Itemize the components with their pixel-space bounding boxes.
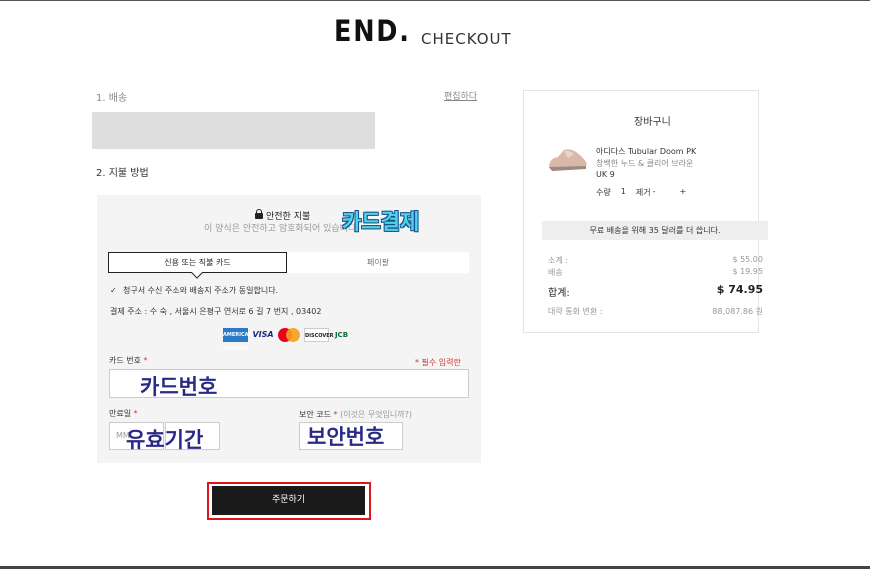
shipping-label: 배송 [548,268,563,277]
tab-paypal[interactable]: 페이팔 [287,252,469,273]
visa-icon: VISA [252,330,274,339]
total-label: 합계: [548,288,570,299]
decrease-quantity-button[interactable]: - [653,187,656,198]
annotation-security-code: 보안번호 [307,425,385,449]
billing-same-label: 청구서 수신 주소와 배송지 주소가 동일합니다. [123,286,279,295]
subtotal-value: $ 55.00 [732,255,763,264]
jcb-icon: JCB [334,331,349,339]
product-name[interactable]: 아디다스 Tubular Doom PK [596,146,696,157]
cvv-label: 보안 코드 * (이것은 무엇입니까?) [299,410,412,419]
remove-link[interactable]: 제거 [636,187,651,198]
lock-icon [255,209,263,219]
secure-payment-subtitle: 이 양식은 안전하고 암호화되어 있습니다. [204,224,360,234]
cvv-help-link[interactable]: (이것은 무엇입니까?) [340,410,412,419]
converted-value: 88,087.86 원 [712,307,763,316]
expiry-label: 만료일 * [109,409,138,418]
free-shipping-banner: 무료 배송을 위해 35 달러를 더 씁니다. [542,221,768,240]
total-value: $ 74.95 [716,283,763,296]
end-logo[interactable]: END. [334,14,411,48]
annotation-expiry: 유효기간 [126,428,204,452]
shipping-step-label: 1. 배송 [96,93,128,104]
payment-step-label: 2. 지불 방법 [96,168,149,179]
converted-label: 대략 통화 변환 : [548,307,603,316]
discover-icon: DISCOVER [304,328,334,342]
tab-credit-card[interactable]: 신용 또는 직불 카드 [108,252,287,273]
top-border [0,0,870,1]
billing-same-checkbox[interactable]: ✓ 청구서 수신 주소와 배송지 주소가 동일합니다. [110,285,278,296]
accepted-cards: AMERICAN EXPRESS VISA DISCOVER JCB [223,328,350,352]
checkout-title: CHECKOUT [421,30,512,48]
amex-icon: AMERICAN EXPRESS [223,328,253,352]
place-order-button[interactable]: 주문하기 [212,486,365,515]
shipping-summary-box [92,112,375,149]
quantity-label: 수량 [596,188,611,197]
annotation-card-number: 카드번호 [140,375,218,399]
checkmark-icon: ✓ [110,286,117,295]
shipping-value: $ 19.95 [732,267,763,276]
subtotal-label: 소계 : [548,256,568,265]
required-field-note: * 필수 입력란 [415,358,461,367]
product-size: UK 9 [596,170,615,179]
annotation-card-payment: 카드결제 [342,210,420,234]
quantity-value: 1 [620,187,626,196]
edit-shipping-link[interactable]: 편집하다 [444,89,477,102]
product-image [549,149,587,171]
cart-title: 장바구니 [634,117,671,128]
mastercard-icon [278,328,300,342]
increase-quantity-button[interactable]: + [679,187,686,198]
quantity-row: 수량 1 제거 - + [596,187,686,198]
card-number-label: 카드 번호 * [109,356,148,365]
product-color: 창백한 누드 & 클리어 브라운 [596,159,694,168]
billing-address: 결제 주소 : 수 숙 , 서울시 은평구 연서로 6 길 7 번지 , 034… [110,307,322,316]
